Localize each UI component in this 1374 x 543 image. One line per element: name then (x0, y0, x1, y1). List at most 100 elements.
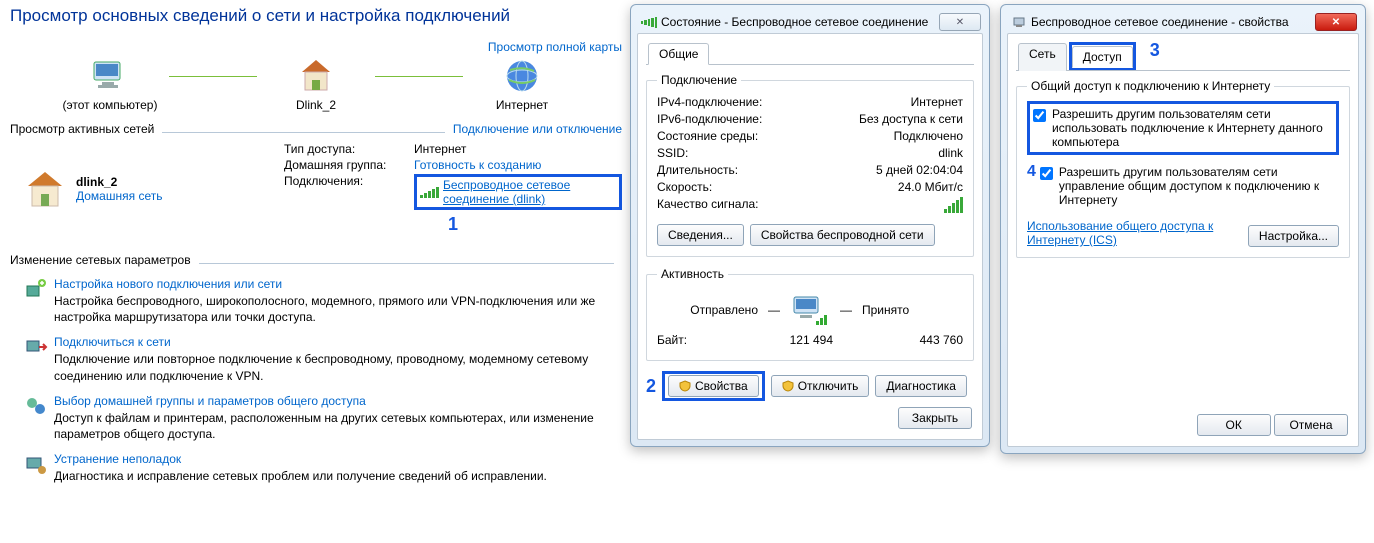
activity-pc-icon (790, 293, 830, 327)
connection-group: Подключение IPv4-подключение:Интернет IP… (646, 73, 974, 257)
allow-ics-checkbox[interactable] (1033, 109, 1046, 122)
internet-label: Интернет (467, 98, 577, 112)
connections-label: Подключения: (284, 174, 414, 210)
network-name: dlink_2 (76, 175, 162, 189)
duration-value: 5 дней 02:04:04 (823, 163, 963, 177)
settings-button[interactable]: Настройка... (1248, 225, 1339, 247)
step-3-marker: 3 (1150, 40, 1160, 68)
access-type-value: Интернет (414, 142, 622, 156)
bytes-recv-value: 443 760 (873, 333, 963, 347)
homegroup-link[interactable]: Готовность к созданию (414, 158, 622, 172)
connect-icon (24, 335, 54, 383)
duration-label: Длительность: (657, 163, 823, 177)
step-1-marker: 1 (448, 214, 458, 234)
connect-disconnect-link[interactable]: Подключение или отключение (453, 122, 622, 136)
details-button[interactable]: Сведения... (657, 224, 744, 246)
tab-general[interactable]: Общие (648, 43, 709, 65)
allow-ics-label: Разрешить другим пользователям сети испо… (1052, 107, 1333, 149)
dialog-title: Состояние - Беспроводное сетевое соедине… (661, 15, 939, 29)
change-settings-header: Изменение сетевых параметров (10, 253, 191, 267)
signal-bars-icon (420, 187, 439, 198)
tab-network[interactable]: Сеть (1018, 43, 1067, 71)
ics-help-link[interactable]: Использование общего доступа к Интернету… (1027, 219, 1227, 247)
connection-group-label: Подключение (657, 73, 741, 87)
router-icon (261, 56, 371, 96)
new-connection-icon (24, 277, 54, 325)
recv-label: Принято (862, 303, 952, 317)
wireless-properties-button[interactable]: Свойства беспроводной сети (750, 224, 935, 246)
activity-group-label: Активность (657, 267, 728, 281)
task-title[interactable]: Настройка нового подключения или сети (54, 277, 622, 291)
home-house-icon (24, 168, 66, 210)
ipv6-label: IPv6-подключение: (657, 112, 823, 126)
active-network-block: dlink_2 Домашняя сеть Тип доступа: Интер… (10, 142, 622, 235)
troubleshoot-icon (24, 452, 54, 484)
task-desc: Подключение или повторное подключение к … (54, 351, 622, 383)
ipv6-value: Без доступа к сети (823, 112, 963, 126)
media-label: Состояние среды: (657, 129, 823, 143)
homegroup-label: Домашняя группа: (284, 158, 414, 172)
disable-button[interactable]: Отключить (771, 375, 870, 397)
allow-control-checkbox[interactable] (1040, 167, 1053, 180)
shield-icon (782, 380, 794, 392)
adapter-icon (1011, 14, 1027, 30)
step-2-marker: 2 (646, 376, 656, 397)
dialog-title: Беспроводное сетевое соединение - свойст… (1031, 15, 1315, 29)
signal-bars-icon (944, 197, 963, 213)
wireless-connection-link[interactable]: Беспроводное сетевое соединение (dlink) (443, 178, 616, 206)
network-sharing-center-panel: Просмотр основных сведений о сети и наст… (10, 6, 622, 484)
speed-label: Скорость: (657, 180, 823, 194)
access-type-label: Тип доступа: (284, 142, 414, 156)
view-full-map-link[interactable]: Просмотр полной карты (488, 40, 622, 54)
activity-sep: — (768, 303, 780, 317)
close-button[interactable]: ✕ (1315, 13, 1357, 31)
task-connect-network[interactable]: Подключиться к сети Подключение или повт… (24, 335, 622, 383)
task-desc: Настройка беспроводного, широкополосного… (54, 293, 622, 325)
network-map: (этот компьютер) Dlink_2 Интернет (55, 56, 577, 112)
step-4-marker: 4 (1027, 163, 1036, 181)
activity-sep: — (840, 303, 852, 317)
wifi-icon (641, 14, 657, 30)
bytes-label: Байт: (657, 333, 743, 347)
shield-icon (679, 380, 691, 392)
task-homegroup[interactable]: Выбор домашней группы и параметров общег… (24, 394, 622, 442)
allow-control-label: Разрешить другим пользователям сети упра… (1059, 165, 1339, 207)
task-new-connection[interactable]: Настройка нового подключения или сети На… (24, 277, 622, 325)
ssid-label: SSID: (657, 146, 823, 160)
this-pc-label: (этот компьютер) (55, 98, 165, 112)
task-title[interactable]: Выбор домашней группы и параметров общег… (54, 394, 622, 408)
bytes-sent-value: 121 494 (743, 333, 833, 347)
this-pc-icon (55, 56, 165, 96)
active-networks-header: Просмотр активных сетей (10, 122, 154, 136)
task-title[interactable]: Подключиться к сети (54, 335, 622, 349)
wireless-status-dialog: Состояние - Беспроводное сетевое соедине… (630, 4, 990, 447)
wireless-properties-dialog: Беспроводное сетевое соединение - свойст… (1000, 4, 1366, 454)
tab-sharing[interactable]: Доступ (1072, 46, 1133, 68)
close-dialog-button[interactable]: Закрыть (898, 407, 972, 429)
ipv4-value: Интернет (823, 95, 963, 109)
page-title: Просмотр основных сведений о сети и наст… (10, 6, 622, 26)
speed-value: 24.0 Мбит/с (823, 180, 963, 194)
task-troubleshoot[interactable]: Устранение неполадок Диагностика и испра… (24, 452, 622, 484)
properties-button[interactable]: Свойства (668, 375, 759, 397)
ipv4-label: IPv4-подключение: (657, 95, 823, 109)
ics-group-label: Общий доступ к подключению к Интернету (1027, 79, 1274, 93)
network-type-link[interactable]: Домашняя сеть (76, 189, 162, 203)
task-desc: Доступ к файлам и принтерам, расположенн… (54, 410, 622, 442)
task-desc: Диагностика и исправление сетевых пробле… (54, 468, 547, 484)
internet-icon (467, 56, 577, 96)
router-label: Dlink_2 (261, 98, 371, 112)
homegroup-icon (24, 394, 54, 442)
ok-button[interactable]: ОК (1197, 414, 1271, 436)
sent-label: Отправлено (668, 303, 758, 317)
ics-group: Общий доступ к подключению к Интернету Р… (1016, 79, 1350, 258)
close-button[interactable]: ✕ (939, 13, 981, 31)
signal-label: Качество сигнала: (657, 197, 823, 216)
ssid-value: dlink (823, 146, 963, 160)
allow-control-checkbox-row[interactable]: Разрешить другим пользователям сети упра… (1040, 165, 1339, 207)
cancel-button[interactable]: Отмена (1274, 414, 1348, 436)
task-title[interactable]: Устранение неполадок (54, 452, 547, 466)
diagnose-button[interactable]: Диагностика (875, 375, 967, 397)
allow-ics-checkbox-row[interactable]: Разрешить другим пользователям сети испо… (1033, 107, 1333, 149)
activity-group: Активность Отправлено — — Принято Байт: … (646, 267, 974, 361)
